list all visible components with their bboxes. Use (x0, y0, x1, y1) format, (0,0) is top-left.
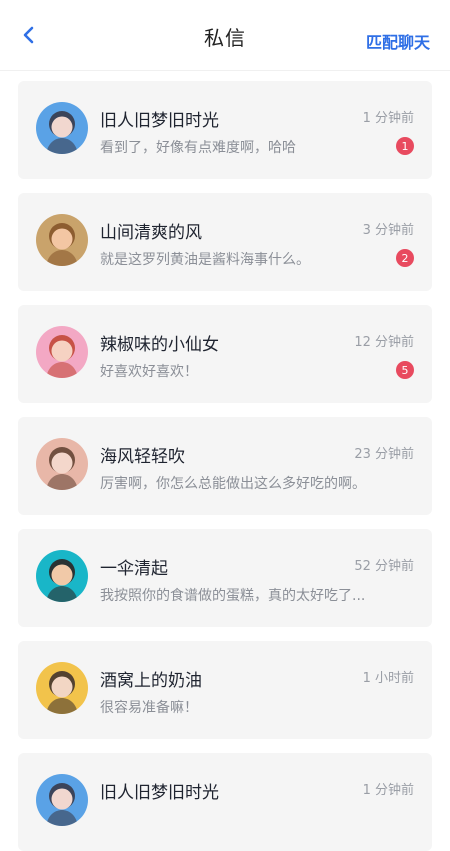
unread-badge: 2 (396, 249, 414, 267)
timestamp: 3 分钟前 (362, 223, 414, 238)
avatar (36, 550, 88, 602)
conversation-item[interactable]: 辣椒味的小仙女好喜欢好喜欢！ 12 分钟前 5 (18, 305, 432, 403)
contact-name: 山间清爽的风 (100, 223, 202, 243)
avatar (36, 774, 88, 826)
timestamp: 1 分钟前 (362, 783, 414, 798)
message-preview: 就是这罗列黄油是酱料海事什么。 (100, 252, 310, 268)
timestamp: 52 分钟前 (354, 559, 414, 574)
avatar (36, 326, 88, 378)
top-bar: 私信 匹配聊天 (0, 0, 450, 71)
conversation-item[interactable]: 旧人旧梦旧时光看到了，好像有点难度啊，哈哈 1 分钟前 1 (18, 81, 432, 179)
avatar (36, 662, 88, 714)
contact-name: 旧人旧梦旧时光 (100, 783, 219, 803)
conversation-item[interactable]: 海风轻轻吹厉害啊，你怎么总能做出这么多好吃的啊。 23 分钟前 (18, 417, 432, 515)
unread-badge: 1 (396, 137, 414, 155)
avatar (36, 102, 88, 154)
timestamp: 1 小时前 (362, 671, 414, 686)
message-preview: 我按照你的食谱做的蛋糕，真的太好吃了... (100, 588, 366, 604)
timestamp: 23 分钟前 (354, 447, 414, 462)
avatar (36, 214, 88, 266)
message-preview: 好喜欢好喜欢！ (100, 364, 198, 380)
contact-name: 酒窝上的奶油 (100, 671, 202, 691)
contact-name: 旧人旧梦旧时光 (100, 111, 219, 131)
conversation-item[interactable]: 一伞清起我按照你的食谱做的蛋糕，真的太好吃了... 52 分钟前 (18, 529, 432, 627)
conversation-item[interactable]: 酒窝上的奶油很容易准备嘛！ 1 小时前 (18, 641, 432, 739)
message-preview: 厉害啊，你怎么总能做出这么多好吃的啊。 (100, 476, 366, 492)
contact-name: 一伞清起 (100, 559, 168, 579)
conversation-item[interactable]: 山间清爽的风就是这罗列黄油是酱料海事什么。 3 分钟前 2 (18, 193, 432, 291)
contact-name: 海风轻轻吹 (100, 447, 185, 467)
timestamp: 1 分钟前 (362, 111, 414, 126)
avatar (36, 438, 88, 490)
timestamp: 12 分钟前 (354, 335, 414, 350)
match-chat-button[interactable]: 匹配聊天 (366, 29, 430, 53)
message-preview: 很容易准备嘛！ (100, 700, 198, 716)
contact-name: 辣椒味的小仙女 (100, 335, 219, 355)
message-preview: 看到了，好像有点难度啊，哈哈 (100, 140, 296, 156)
conversation-item[interactable]: 旧人旧梦旧时光 1 分钟前 (18, 753, 432, 851)
conversation-list: 旧人旧梦旧时光 看到了，好像有点难度啊，哈哈 1 分钟前 1 山间清爽的风 就是这罗列黄… (0, 71, 450, 851)
unread-badge: 5 (396, 361, 414, 379)
